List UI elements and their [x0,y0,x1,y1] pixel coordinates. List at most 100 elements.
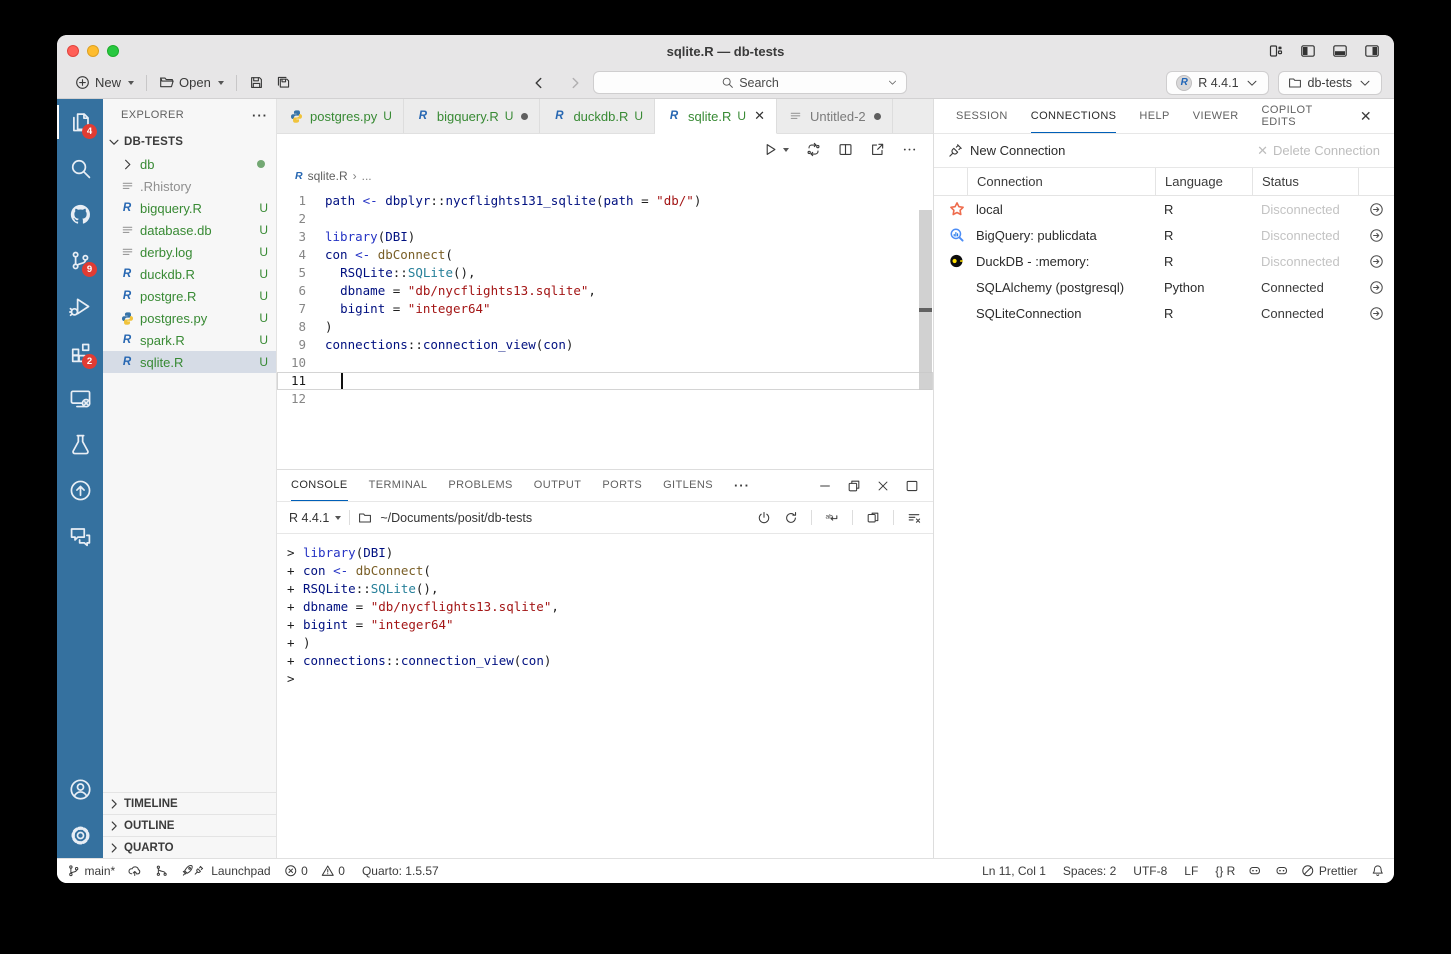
connection-row[interactable]: local R Disconnected [934,196,1394,222]
status-bar-item[interactable]: 0 [321,864,345,878]
project-selector[interactable]: db-tests [1278,71,1382,95]
code-line[interactable]: 9 connections::connection_view(con) [277,336,933,354]
secondary-panel-tab[interactable]: HELP [1139,99,1169,133]
forward-button[interactable] [568,76,582,90]
save-button[interactable] [243,72,270,93]
editor-tab[interactable]: Untitled-2 [777,99,893,133]
code-line[interactable]: 11 [277,372,933,390]
file-row[interactable]: database.db U [103,219,276,241]
panel-more-tabs[interactable]: ··· [734,478,750,493]
activity-bar-item[interactable] [57,375,103,421]
open-in-new-window-button[interactable] [870,142,885,157]
connection-row[interactable]: BigQuery: publicdata R Disconnected [934,222,1394,248]
code-line[interactable]: 2 [277,210,933,228]
secondary-panel-tab[interactable]: CONNECTIONS [1031,99,1117,133]
close-window-button[interactable] [67,45,79,57]
panel-tab[interactable]: PORTS [602,470,642,501]
file-row[interactable]: R sqlite.R U [103,351,276,373]
activity-bar-item[interactable]: 4 [57,99,103,145]
status-bar-item[interactable]: Spaces: 2 [1059,864,1116,878]
open-button[interactable]: Open [153,72,230,93]
code-line[interactable]: 4 con <- dbConnect( [277,246,933,264]
editor-tab[interactable]: postgres.py U [277,99,404,133]
console-output[interactable]: > library(DBI) + con <- dbConnect( + [277,534,933,858]
column-status[interactable]: Status [1252,168,1358,195]
status-bar-item[interactable] [155,864,169,878]
secondary-panel-tab[interactable]: COPILOT EDITS [1262,99,1337,133]
status-bar-item[interactable] [1275,864,1289,878]
sidebar-more-actions[interactable]: ··· [252,108,268,123]
back-button[interactable] [532,76,546,90]
panel-tab[interactable]: CONSOLE [291,470,348,501]
restart-console-button[interactable] [784,511,798,525]
more-actions-button[interactable] [902,142,917,157]
file-row[interactable]: postgres.py U [103,307,276,329]
editor-scrollbar[interactable] [919,210,932,390]
activity-bar-item[interactable] [57,513,103,559]
split-editor-button[interactable] [838,142,853,157]
interpreter-selector[interactable]: R R 4.4.1 [1166,71,1268,95]
word-wrap-button[interactable]: ab [825,511,839,525]
status-bar-item[interactable] [1248,864,1262,878]
connect-arrow-icon[interactable] [1358,254,1394,269]
status-bar-item[interactable] [128,864,142,878]
panel-tab[interactable]: OUTPUT [534,470,582,501]
file-row[interactable]: R duckdb.R U [103,263,276,285]
file-row[interactable]: R spark.R U [103,329,276,351]
activity-bar-item[interactable] [57,283,103,329]
status-bar-item[interactable]: main* [67,864,115,878]
sidebar-section[interactable]: QUARTO [103,836,276,858]
activity-bar-item[interactable] [57,467,103,513]
run-file-button[interactable] [763,142,789,157]
status-bar-item[interactable]: UTF-8 [1129,864,1167,878]
editor-tab[interactable]: R sqlite.R U ✕ [655,99,777,134]
toggle-secondary-sidebar-icon[interactable] [1364,43,1380,59]
status-bar-item[interactable]: Prettier [1301,864,1357,878]
connect-arrow-icon[interactable] [1358,228,1394,243]
zoom-window-button[interactable] [107,45,119,57]
toggle-primary-sidebar-icon[interactable] [1300,43,1316,59]
editor-tab[interactable]: R bigquery.R U [404,99,541,133]
code-line[interactable]: 8 ) [277,318,933,336]
console-interpreter-selector[interactable]: R 4.4.1 [289,511,341,525]
close-panel-icon[interactable] [876,479,890,493]
move-console-button[interactable] [866,511,880,525]
file-row[interactable]: R postgre.R U [103,285,276,307]
status-bar-item[interactable]: Launchpad [181,864,270,878]
sidebar-section[interactable]: OUTLINE [103,814,276,836]
breadcrumb[interactable]: R sqlite.R › ... [277,165,933,186]
status-bar-item[interactable]: 0 [284,864,308,878]
panel-tab[interactable]: GITLENS [663,470,713,501]
restore-panel-icon[interactable] [847,479,861,493]
connect-arrow-icon[interactable] [1358,202,1394,217]
connect-arrow-icon[interactable] [1358,306,1394,321]
customize-layout-icon[interactable] [1268,43,1284,59]
panel-layout-icon[interactable] [905,479,919,493]
delete-connection-button[interactable]: ✕ Delete Connection [1257,143,1380,159]
activity-bar-item[interactable] [57,812,103,858]
sidebar-section[interactable]: TIMELINE [103,792,276,814]
new-connection-button[interactable]: New Connection [970,143,1065,158]
panel-tab[interactable]: PROBLEMS [448,470,512,501]
activity-bar-item[interactable] [57,145,103,191]
global-search-input[interactable]: Search [593,71,907,94]
file-row[interactable]: R bigquery.R U [103,197,276,219]
connection-row[interactable]: SQLAlchemy (postgresql) Python Connected [934,274,1394,300]
editor-tab[interactable]: R duckdb.R U [540,99,655,133]
save-all-button[interactable] [270,72,297,93]
secondary-panel-tab[interactable]: SESSION [956,99,1008,133]
file-row[interactable]: .Rhistory [103,175,276,197]
status-bar-item[interactable]: Ln 11, Col 1 [978,864,1046,878]
code-line[interactable]: 6 dbname = "db/nycflights13.sqlite", [277,282,933,300]
minimize-panel-icon[interactable] [818,479,832,493]
toggle-panel-icon[interactable] [1332,43,1348,59]
minimize-window-button[interactable] [87,45,99,57]
activity-bar-item[interactable] [57,191,103,237]
activity-bar-item[interactable]: 9 [57,237,103,283]
code-editor[interactable]: 1 path <- dbplyr::nycflights131_sqlite(p… [277,186,933,469]
status-bar-item[interactable]: LF [1180,864,1198,878]
close-secondary-panel-icon[interactable]: ✕ [1360,108,1372,125]
file-row[interactable]: db [103,153,276,175]
secondary-panel-tab[interactable]: VIEWER [1193,99,1239,133]
status-bar-item[interactable]: Quarto: 1.5.57 [358,864,439,878]
